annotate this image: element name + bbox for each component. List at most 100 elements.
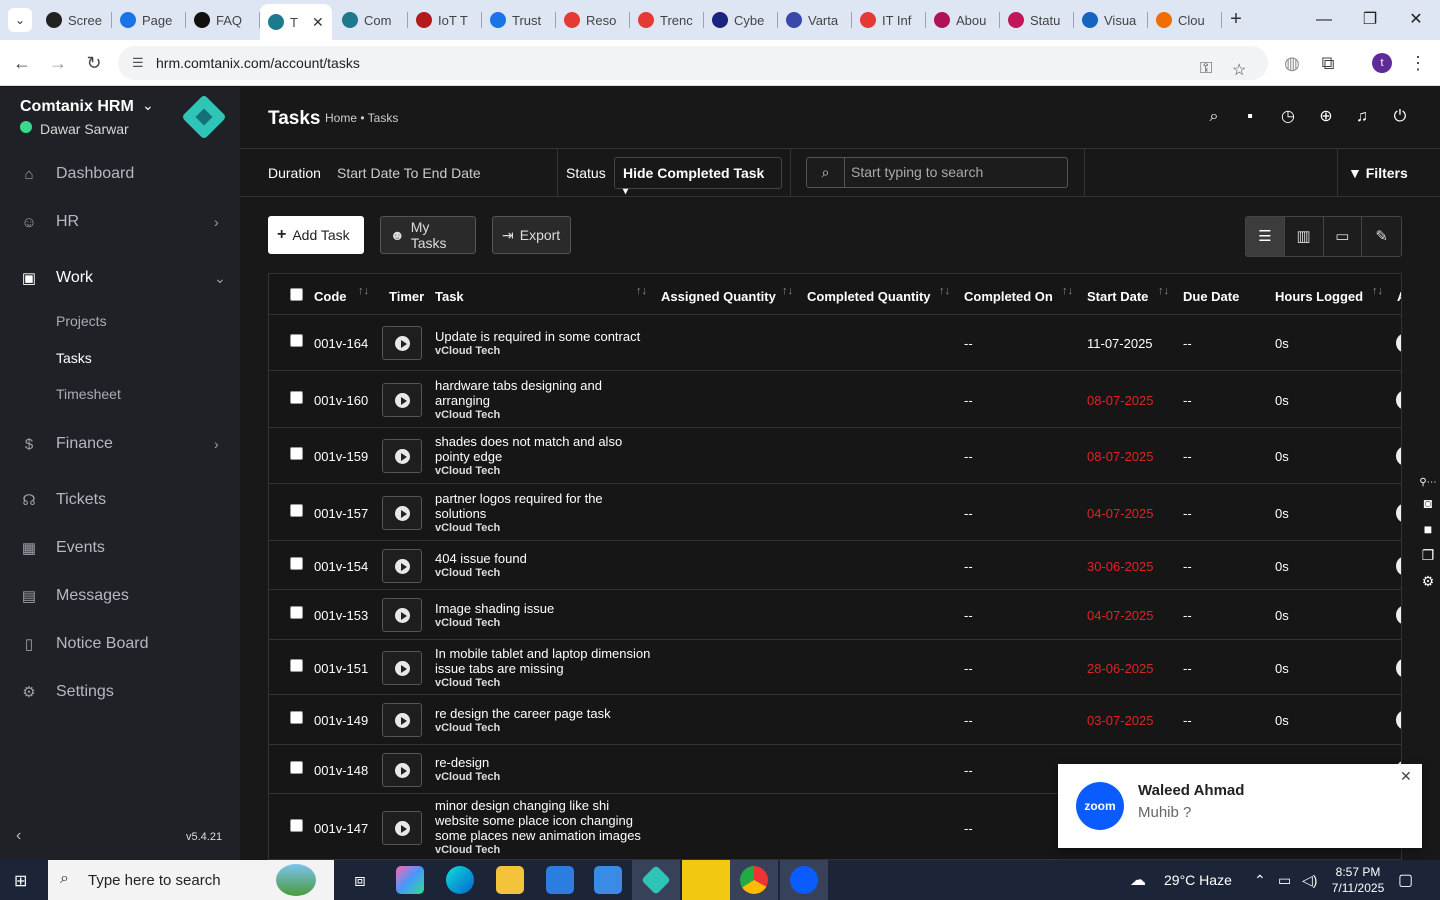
translate-globe-icon[interactable]: ◍ [1280, 51, 1304, 75]
browser-tab[interactable]: Cybe [704, 4, 778, 36]
sort-icon[interactable]: ↑↓ [1372, 285, 1383, 297]
browser-tab[interactable]: Reso [556, 4, 630, 36]
row-checkbox[interactable] [290, 390, 303, 404]
duration-picker[interactable]: Start Date To End Date [337, 165, 481, 181]
row-checkbox[interactable] [290, 658, 303, 672]
table-row[interactable]: 001v-160 hardware tabs designing and arra… [269, 371, 1401, 428]
task-cell[interactable]: Update is required in some contract vClou… [435, 329, 655, 358]
table-row[interactable]: 001v-159 shades does not match and also p… [269, 428, 1401, 484]
browser-tab[interactable]: Page [112, 4, 186, 36]
close-window-icon[interactable]: ✕ [1404, 8, 1428, 32]
add-task-button[interactable]: + Add Task [268, 216, 364, 254]
task-cell[interactable]: shades does not match and also pointy ed… [435, 434, 655, 478]
calendar-view-icon[interactable]: ▭ [1324, 217, 1363, 256]
password-key-icon[interactable]: ⚿ [1200, 60, 1212, 78]
start-timer-button[interactable] [382, 326, 422, 360]
notification-center-icon[interactable]: ▢ [1398, 870, 1413, 890]
task-cell[interactable]: Image shading issue vCloud Tech [435, 601, 655, 630]
browser-menu-icon[interactable]: ⋮ [1406, 51, 1430, 75]
browser-tab[interactable]: T ✕ [260, 4, 332, 40]
row-action-button[interactable] [1396, 446, 1401, 466]
start-timer-button[interactable] [382, 439, 422, 473]
task-title[interactable]: Image shading issue [435, 601, 554, 616]
clock-icon[interactable]: ◷ [1278, 107, 1298, 127]
sidebar-item-dashboard[interactable]: ⌂ Dashboard [0, 154, 240, 194]
start-timer-button[interactable] [382, 495, 422, 530]
close-icon[interactable]: ✕ [1400, 768, 1412, 785]
start-timer-button[interactable] [382, 703, 422, 737]
task-code[interactable]: 001v-149 [314, 713, 368, 728]
col-assigned-quantity[interactable]: Assigned Quantity [661, 289, 776, 304]
network-icon[interactable]: ▭ [1278, 872, 1291, 889]
chrome-icon[interactable] [740, 866, 768, 894]
sticky-notes-icon[interactable] [682, 860, 730, 900]
row-checkbox[interactable] [290, 334, 303, 347]
address-bar[interactable]: ☰ hrm.comtanix.com/account/tasks ⚿ ☆ [118, 46, 1268, 80]
task-code[interactable]: 001v-153 [314, 608, 368, 623]
start-timer-button[interactable] [382, 810, 422, 845]
weather-text[interactable]: 29°C Haze [1164, 872, 1232, 888]
zoom-notification[interactable]: zoom Waleed Ahmad Muhib ? ✕ [1058, 764, 1422, 848]
sticky-note-icon[interactable]: ▪ [1240, 107, 1260, 127]
task-cell[interactable]: partner logos required for the solutions… [435, 491, 655, 535]
row-action-button[interactable] [1396, 555, 1401, 576]
sort-icon[interactable]: ↑↓ [939, 285, 950, 297]
edge-browser-icon[interactable] [446, 866, 474, 894]
select-all-checkbox[interactable] [290, 288, 303, 301]
pin-icon[interactable]: ✎ [1362, 217, 1401, 256]
browser-tab[interactable]: Abou [926, 4, 1000, 36]
breadcrumb[interactable]: Home • Tasks [325, 111, 398, 125]
status-select[interactable]: Hide Completed Task ▾ [614, 157, 782, 197]
task-code[interactable]: 001v-157 [314, 506, 368, 521]
start-timer-button[interactable] [382, 382, 422, 417]
task-cell[interactable]: minor design changing like shi website s… [435, 798, 655, 857]
col-task[interactable]: Task [435, 289, 464, 304]
tab-search-chevron-icon[interactable]: ⌄ [8, 8, 32, 32]
row-action-button[interactable] [1396, 605, 1401, 625]
export-button[interactable]: ⇥ Export [492, 216, 571, 254]
row-action-button[interactable] [1396, 389, 1401, 410]
forward-arrow-icon[interactable]: → [46, 51, 70, 75]
col-start-date[interactable]: Start Date [1087, 289, 1148, 304]
board-view-icon[interactable]: ▥ [1285, 217, 1324, 256]
new-tab-button[interactable]: + [1224, 8, 1248, 32]
task-code[interactable]: 001v-151 [314, 661, 368, 676]
start-timer-button[interactable] [382, 752, 422, 787]
list-view-icon[interactable]: ☰ [1246, 217, 1285, 256]
restore-icon[interactable]: ❐ [1358, 8, 1382, 32]
table-row[interactable]: 001v-154 404 issue found vCloud Tech -- 30-0… [269, 541, 1401, 590]
table-row[interactable]: 001v-149 re design the career page task vC… [269, 695, 1401, 745]
browser-tab[interactable]: IT Inf [852, 4, 926, 36]
taskbar-search[interactable]: ⌕ Type here to search [48, 860, 334, 900]
profile-avatar[interactable]: t [1372, 53, 1392, 73]
power-icon[interactable]: ⏻ [1390, 107, 1410, 127]
my-tasks-button[interactable]: ☻ My Tasks [380, 216, 476, 254]
start-timer-button[interactable] [382, 598, 422, 632]
row-checkbox[interactable] [290, 447, 303, 460]
row-action-button[interactable] [1396, 333, 1401, 353]
sidebar-item-settings[interactable]: ⚙ Settings [0, 672, 240, 712]
site-info-icon[interactable]: ☰ [132, 55, 148, 71]
video-camera-icon[interactable]: ■ [1416, 516, 1440, 542]
browser-tab[interactable]: FAQ [186, 4, 260, 36]
sidebar-item-hr[interactable]: ☺ HR › [0, 202, 240, 242]
browser-tab[interactable]: Trust [482, 4, 556, 36]
microsoft-store-icon[interactable] [546, 866, 574, 894]
search-box[interactable]: ⌕ [806, 157, 1068, 188]
task-code[interactable]: 001v-159 [314, 449, 368, 464]
minimize-icon[interactable]: — [1312, 8, 1336, 32]
brand-name[interactable]: Comtanix HRM [20, 98, 134, 116]
bell-icon[interactable]: ♫ [1352, 107, 1372, 127]
task-title[interactable]: Update is required in some contract [435, 329, 640, 344]
copy-icon[interactable]: ❐ [1416, 542, 1440, 568]
row-action-button[interactable] [1396, 657, 1401, 678]
volume-icon[interactable]: ◁) [1302, 872, 1317, 889]
col-hours-logged[interactable]: Hours Logged [1275, 289, 1363, 304]
task-cell[interactable]: hardware tabs designing and arranging vCl… [435, 378, 655, 422]
sidebar-subitem-projects[interactable]: Projects [56, 313, 107, 329]
browser-tab[interactable]: Trenc [630, 4, 704, 36]
sidebar-item-finance[interactable]: $ Finance › [0, 424, 240, 464]
task-title[interactable]: partner logos required for the solutions [435, 491, 603, 521]
sort-icon[interactable]: ↑↓ [1062, 285, 1073, 297]
search-input[interactable] [851, 164, 1061, 180]
